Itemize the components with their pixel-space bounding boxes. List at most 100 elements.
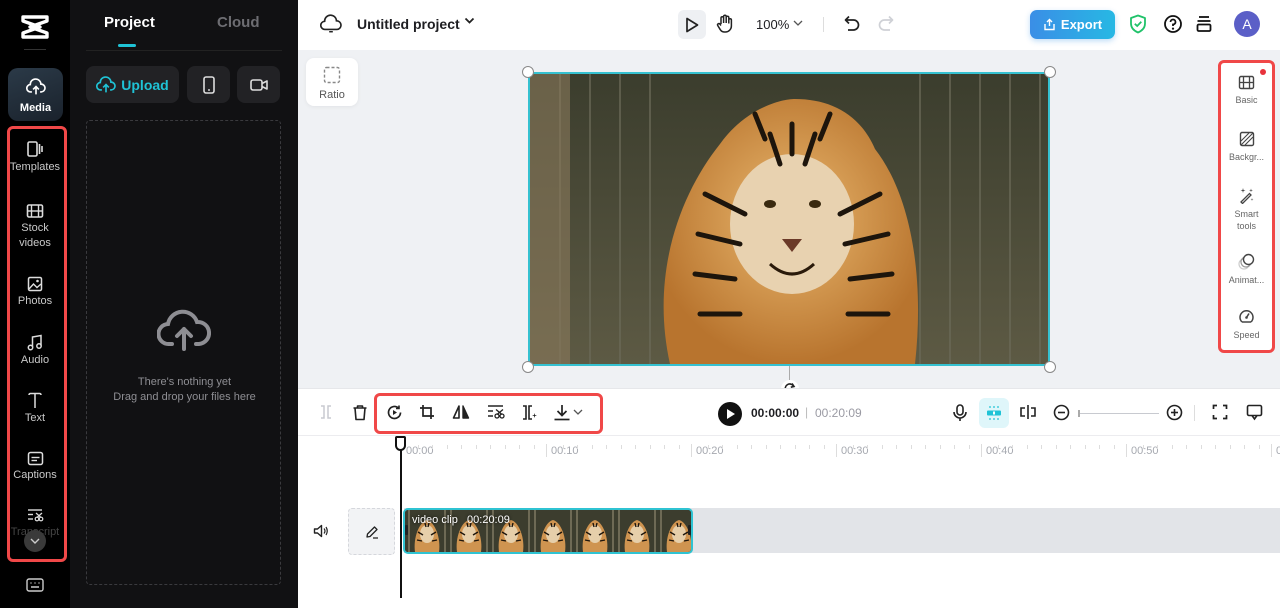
music-icon: [27, 334, 42, 351]
volume-icon[interactable]: [313, 524, 329, 538]
ruler-minor-tick: [519, 445, 520, 449]
ruler-minor-tick: [606, 445, 607, 449]
resize-handle-bottom-right[interactable]: [1044, 361, 1056, 373]
phone-upload-button[interactable]: [187, 66, 230, 103]
rail-item-audio[interactable]: Audio: [0, 334, 70, 368]
zoom-in-icon[interactable]: [1166, 404, 1183, 421]
templates-icon: [27, 141, 43, 157]
record-button[interactable]: [237, 66, 280, 103]
ruler-minor-tick: [649, 445, 651, 449]
smart-split-icon[interactable]: [521, 404, 538, 421]
redo-icon[interactable]: [878, 15, 894, 33]
split-icon[interactable]: [318, 404, 334, 420]
mirror-icon[interactable]: [452, 404, 470, 420]
clip-thumbnail: [615, 510, 659, 552]
upload-button[interactable]: Upload: [86, 66, 179, 103]
layers-icon[interactable]: [1196, 15, 1212, 33]
video-preview[interactable]: [528, 72, 1050, 366]
prop-basic[interactable]: Basic: [1221, 75, 1272, 106]
keyboard-icon[interactable]: [26, 578, 44, 592]
tab-cloud[interactable]: Cloud: [217, 14, 260, 31]
zoom-level[interactable]: 100%: [756, 17, 789, 32]
dropzone[interactable]: There's nothing yet Drag and drop your f…: [86, 120, 281, 585]
crop-icon[interactable]: [419, 404, 435, 420]
aspect-ratio-icon: [323, 66, 341, 84]
speed-icon: [1239, 310, 1254, 323]
project-title[interactable]: Untitled project: [357, 16, 460, 32]
export-button[interactable]: Export: [1030, 10, 1115, 39]
ruler-minor-tick: [1055, 445, 1057, 449]
timeline-zoom-handle[interactable]: [1078, 410, 1080, 417]
clip-thumbnail: [531, 510, 575, 552]
hand-icon[interactable]: [716, 14, 734, 34]
tab-project[interactable]: Project: [104, 14, 155, 31]
undo-icon[interactable]: [844, 15, 860, 33]
ruler-minor-tick: [925, 445, 926, 449]
help-icon[interactable]: [1163, 14, 1183, 34]
rotate-stem: [789, 366, 790, 380]
rail-item-captions[interactable]: Captions: [0, 451, 70, 483]
basic-icon: [1238, 75, 1255, 90]
download-icon[interactable]: [553, 404, 571, 421]
video-clip[interactable]: video clip 00:20:09: [403, 508, 693, 554]
rail-item-stock-videos[interactable]: Stock videos: [0, 203, 70, 251]
select-tool-button[interactable]: [678, 10, 706, 39]
timeline[interactable]: 00:00 00:10 00:20 00:30 00:40 00:50 0 video cl…: [298, 436, 1280, 608]
rail-item-text[interactable]: Text: [0, 392, 70, 426]
edit-cover-button[interactable]: [348, 508, 395, 555]
time-separator: |: [805, 405, 809, 419]
magnet-snap-button[interactable]: [979, 398, 1009, 428]
ruler-label: 00:10: [551, 445, 579, 457]
ruler-minor-tick: [490, 445, 491, 449]
timeline-zoom-slider[interactable]: [1079, 413, 1159, 414]
ruler-minor-tick: [475, 445, 477, 449]
clip-trim-handle-right[interactable]: [688, 525, 691, 535]
clip-thumbnail: [573, 510, 617, 552]
transcript-cut-icon[interactable]: [487, 404, 505, 420]
prop-label: Backgr...: [1228, 152, 1264, 162]
resize-handle-top-left[interactable]: [522, 66, 534, 78]
rail-item-templates[interactable]: Templates: [0, 140, 70, 175]
ruler-minor-tick: [1171, 445, 1173, 449]
rail-item-photos[interactable]: Photos: [0, 276, 70, 309]
prop-animation[interactable]: Animat...: [1221, 253, 1272, 286]
prop-speed[interactable]: Speed: [1221, 308, 1272, 341]
playhead-handle[interactable]: [395, 436, 406, 451]
chevron-down-icon[interactable]: [573, 409, 583, 415]
prop-label: Animat...: [1228, 275, 1265, 285]
resize-handle-top-right[interactable]: [1044, 66, 1056, 78]
clip-trim-handle-left[interactable]: [405, 525, 408, 535]
prop-smart-tools[interactable]: Smart tools: [1221, 187, 1272, 232]
ruler-major-tick: [691, 444, 692, 457]
active-tab-indicator: [118, 44, 136, 47]
timeline-toolbar: 00:00:00 | 00:20:09: [298, 388, 1280, 436]
shield-check-icon[interactable]: [1129, 14, 1147, 34]
avatar[interactable]: A: [1234, 11, 1260, 37]
ratio-button[interactable]: Ratio: [306, 58, 358, 106]
split-screen-icon[interactable]: [1019, 404, 1037, 420]
ruler-minor-tick: [1142, 445, 1144, 449]
ruler-minor-tick: [1244, 445, 1245, 449]
rail-item-label: Media: [19, 102, 52, 114]
chevron-down-icon[interactable]: [464, 17, 475, 25]
delete-icon[interactable]: [352, 404, 368, 421]
clip-duration: 00:20:09: [467, 514, 510, 526]
microphone-icon[interactable]: [952, 404, 968, 422]
resize-handle-bottom-left[interactable]: [522, 361, 534, 373]
canvas-stage: Ratio: [298, 50, 1280, 398]
chevron-down-icon[interactable]: [793, 20, 803, 26]
replay-icon[interactable]: [386, 404, 403, 421]
play-button[interactable]: [718, 402, 742, 426]
ruler-major-tick: [1271, 444, 1272, 457]
feedback-icon[interactable]: [1246, 404, 1263, 421]
playhead[interactable]: [400, 444, 402, 598]
ruler-major-tick: [1126, 444, 1127, 457]
captions-icon: [27, 451, 43, 466]
rail-item-media[interactable]: Media: [8, 68, 63, 121]
prop-background[interactable]: Backgr...: [1221, 131, 1272, 163]
pencil-icon: [365, 525, 378, 539]
zoom-out-icon[interactable]: [1053, 404, 1070, 421]
fullscreen-icon[interactable]: [1212, 404, 1228, 420]
rail-expand-button[interactable]: [24, 530, 46, 552]
ruler-minor-tick: [577, 445, 578, 449]
